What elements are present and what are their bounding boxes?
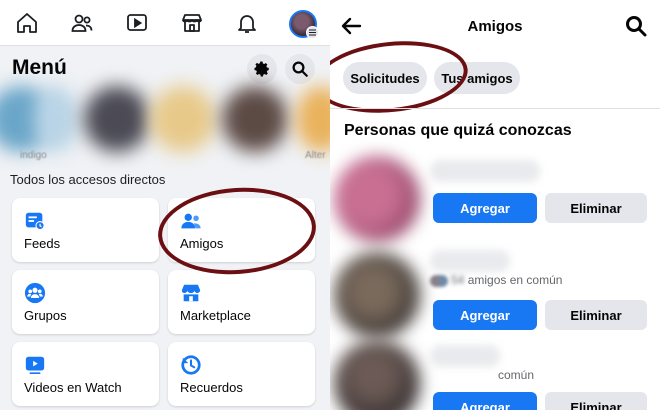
groups-icon [24,282,46,304]
memories-icon [181,355,201,375]
chip-requests[interactable]: Solicitudes [343,62,427,94]
settings-button[interactable] [247,54,277,84]
person-name[interactable] [430,250,510,272]
remove-suggestion-button[interactable]: Eliminar [545,392,647,410]
home-icon[interactable] [10,8,44,38]
story-label: indigo [20,150,47,161]
add-friend-button[interactable]: Agregar [433,193,537,223]
story-item[interactable] [222,86,288,152]
notifications-icon[interactable] [230,8,264,38]
person-avatar[interactable] [334,340,420,410]
shortcuts-heading: Todos los accesos directos [10,172,166,187]
mutual-friends: 54 amigos en común [430,273,562,287]
shortcut-label: Recuerdos [180,380,243,395]
watch-icon[interactable] [120,8,154,38]
person-avatar[interactable] [334,252,420,338]
friends-icon[interactable] [65,8,99,38]
add-friend-button[interactable]: Agregar [433,300,537,330]
story-item[interactable] [296,86,330,152]
story-item[interactable] [84,86,150,152]
shortcut-label: Feeds [24,236,61,251]
person-name[interactable] [430,160,540,182]
story-item[interactable] [34,86,78,152]
person-name[interactable] [430,345,500,367]
shortcut-label: Videos en Watch [24,380,122,395]
search-icon[interactable] [624,14,648,38]
shortcut-friends[interactable]: Amigos [168,198,315,262]
story-label: Alter [305,150,326,161]
mutual-friends-avatars [430,274,448,287]
menu-icon [306,26,319,39]
remove-suggestion-button[interactable]: Eliminar [545,193,647,223]
gear-icon [254,61,269,77]
mutual-friends-label: común [498,368,535,382]
shortcut-watch[interactable]: Videos en Watch [12,342,159,406]
shortcut-label: Amigos [180,236,224,251]
chip-your-friends[interactable]: Tus amigos [434,62,520,94]
mutual-friends-label: amigos en común [467,273,563,287]
remove-suggestion-button[interactable]: Eliminar [545,300,647,330]
shortcut-memories[interactable]: Recuerdos [168,342,315,406]
shortcut-marketplace[interactable]: Marketplace [168,270,315,334]
mutual-friends: común [498,368,534,382]
shortcut-groups[interactable]: Grupos [12,270,159,334]
stories-row [0,86,330,166]
story-item[interactable] [150,86,216,152]
profile-avatar[interactable] [289,10,319,39]
shortcut-feeds[interactable]: Feeds [12,198,159,262]
suggestions-heading: Personas que quizá conozcas [344,122,572,139]
shortcut-label: Grupos [24,308,67,323]
feeds-icon [25,212,45,231]
shortcut-label: Marketplace [180,308,251,323]
page-title: Menú [12,56,67,79]
friends-panel: Amigos Solicitudes Tus amigos Personas q… [330,0,660,410]
marketplace-icon[interactable] [175,8,209,38]
menu-panel: Menú indigo Alter Todos los accesos dire… [0,0,330,410]
watch-icon [25,356,45,374]
mutual-friends-count: 54 [451,273,465,287]
page-title: Amigos [467,18,523,35]
search-button[interactable] [285,54,315,84]
marketplace-icon [181,284,201,302]
friends-icon [181,213,201,229]
add-friend-button[interactable]: Agregar [433,392,537,410]
divider [330,108,660,109]
top-navigation-bar [0,0,330,46]
search-icon [292,61,308,77]
person-avatar[interactable] [334,156,420,242]
